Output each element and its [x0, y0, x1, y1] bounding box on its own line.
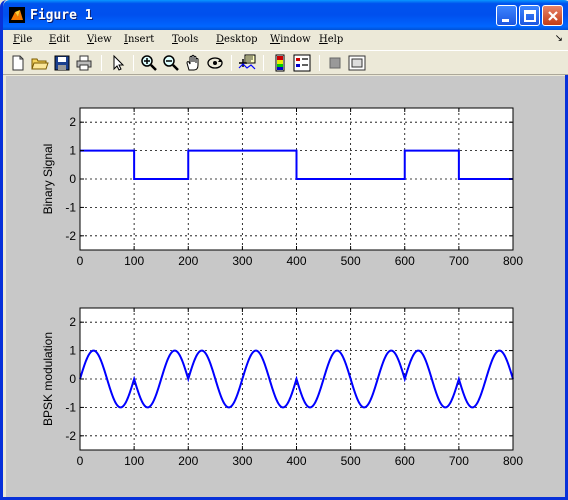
axes-2-xtick-label: 800 — [503, 454, 523, 468]
axes-2-ytick-label: -2 — [65, 429, 76, 443]
show-plot-tools-button[interactable] — [348, 54, 366, 72]
new-figure-button[interactable] — [9, 54, 27, 72]
legend-icon — [293, 54, 311, 72]
menu-window[interactable]: Window — [270, 34, 311, 45]
save-button[interactable] — [53, 54, 71, 72]
figure-toolbar — [3, 50, 568, 75]
plot-area: 0 100 200 300 400 500 600 700 800-2-1012Binary S… — [41, 107, 523, 468]
axes-2-ytick-label: 0 — [69, 372, 76, 386]
toolbar-separator — [133, 55, 134, 71]
axes-1-xtick-label: 300 — [232, 254, 252, 268]
save-disk-icon — [54, 55, 70, 71]
axes-2-xtick-label: 700 — [449, 454, 469, 468]
arrow-pointer-icon — [113, 54, 125, 71]
edit-plot-button[interactable] — [109, 54, 127, 72]
toolbar-separator — [319, 55, 320, 71]
axes-2-ytick-label: 1 — [69, 344, 76, 358]
data-cursor-button[interactable] — [238, 54, 256, 72]
menu-edit[interactable]: Edit — [49, 34, 70, 45]
matlab-icon — [9, 7, 25, 23]
hide-plot-tools-button[interactable] — [326, 54, 344, 72]
axes-2-xtick-label: 0 — [77, 454, 84, 468]
toolbar-separator — [231, 55, 232, 71]
hide-plot-tools-icon — [329, 57, 341, 69]
menu-desktop[interactable]: Desktop — [216, 34, 258, 45]
new-file-icon — [12, 55, 24, 71]
title-bar[interactable]: Figure 1 — [3, 0, 568, 30]
printer-icon — [76, 55, 92, 71]
insert-legend-button[interactable] — [293, 54, 311, 72]
window-title: Figure 1 — [30, 8, 93, 23]
close-button[interactable] — [542, 5, 563, 26]
maximize-button[interactable] — [519, 5, 540, 26]
axes-1-xtick-label: 400 — [286, 254, 306, 268]
axes-1-xtick-label: 600 — [395, 254, 415, 268]
menu-bar: File Edit View Insert Tools Desktop Window Help… — [3, 30, 568, 50]
rotate-3d-icon — [207, 57, 223, 69]
zoom-out-icon — [163, 55, 179, 71]
axes-2-xtick-label: 400 — [286, 454, 306, 468]
axes-1-ytick-label: 1 — [69, 144, 76, 158]
rotate-3d-button[interactable] — [206, 54, 224, 72]
axes-2-xtick-label: 100 — [124, 454, 144, 468]
axes-2-xtick-label: 300 — [232, 454, 252, 468]
menu-dock-arrow-icon[interactable]: ↘ — [555, 33, 563, 44]
axes-2-ytick-label: -1 — [65, 400, 76, 414]
axes-1-ytick-label: 0 — [69, 172, 76, 186]
figure-canvas: 0 100 200 300 400 500 600 700 800 -2 -1 0 1 2 Binary S… — [6, 76, 565, 497]
axes-1-ytick-label: -1 — [65, 200, 76, 214]
maximize-icon — [524, 10, 536, 22]
show-plot-tools-icon — [348, 55, 366, 71]
axes-1-ytick-label: -2 — [65, 229, 76, 243]
axes-1-ylabel: Binary Signal — [41, 144, 55, 215]
close-icon — [548, 11, 558, 21]
toolbar-separator — [263, 55, 264, 71]
menu-help[interactable]: Help — [319, 34, 343, 45]
menu-insert[interactable]: Insert — [124, 34, 154, 45]
axes-1-xtick-label: 0 — [77, 254, 84, 268]
open-folder-icon — [31, 58, 49, 70]
hand-icon — [186, 54, 199, 71]
zoom-in-button[interactable] — [140, 54, 158, 72]
menu-tools[interactable]: Tools — [172, 34, 198, 45]
axes-1-xtick-label: 700 — [449, 254, 469, 268]
open-file-button[interactable] — [31, 54, 49, 72]
axes-2-xtick-label: 500 — [341, 454, 361, 468]
axes-1-xtick-label: 800 — [503, 254, 523, 268]
axes-1-xtick-label: 500 — [341, 254, 361, 268]
axes-2-ylabel: BPSK modulation — [41, 332, 55, 426]
toolbar-separator — [101, 55, 102, 71]
zoom-in-icon — [141, 55, 157, 71]
axes-2-xtick-label: 600 — [395, 454, 415, 468]
print-button[interactable] — [75, 54, 93, 72]
minimize-icon — [502, 19, 509, 22]
axes-1-xtick-label: 200 — [178, 254, 198, 268]
axes-1-ytick-label: 2 — [69, 115, 76, 129]
axes-2-ytick-label: 2 — [69, 315, 76, 329]
zoom-out-button[interactable] — [162, 54, 180, 72]
colorbar-icon — [275, 54, 285, 72]
pan-button[interactable] — [184, 54, 202, 72]
insert-colorbar-button[interactable] — [271, 54, 289, 72]
minimize-button[interactable] — [496, 5, 517, 26]
data-cursor-icon — [238, 54, 256, 70]
figure-window: Figure 1 File Edit View Insert Tools Desktop W… — [0, 0, 568, 500]
axes-1-xtick-label: 100 — [124, 254, 144, 268]
menu-view[interactable]: View — [87, 34, 112, 45]
menu-file[interactable]: File — [13, 34, 32, 45]
axes-2-xtick-label: 200 — [178, 454, 198, 468]
